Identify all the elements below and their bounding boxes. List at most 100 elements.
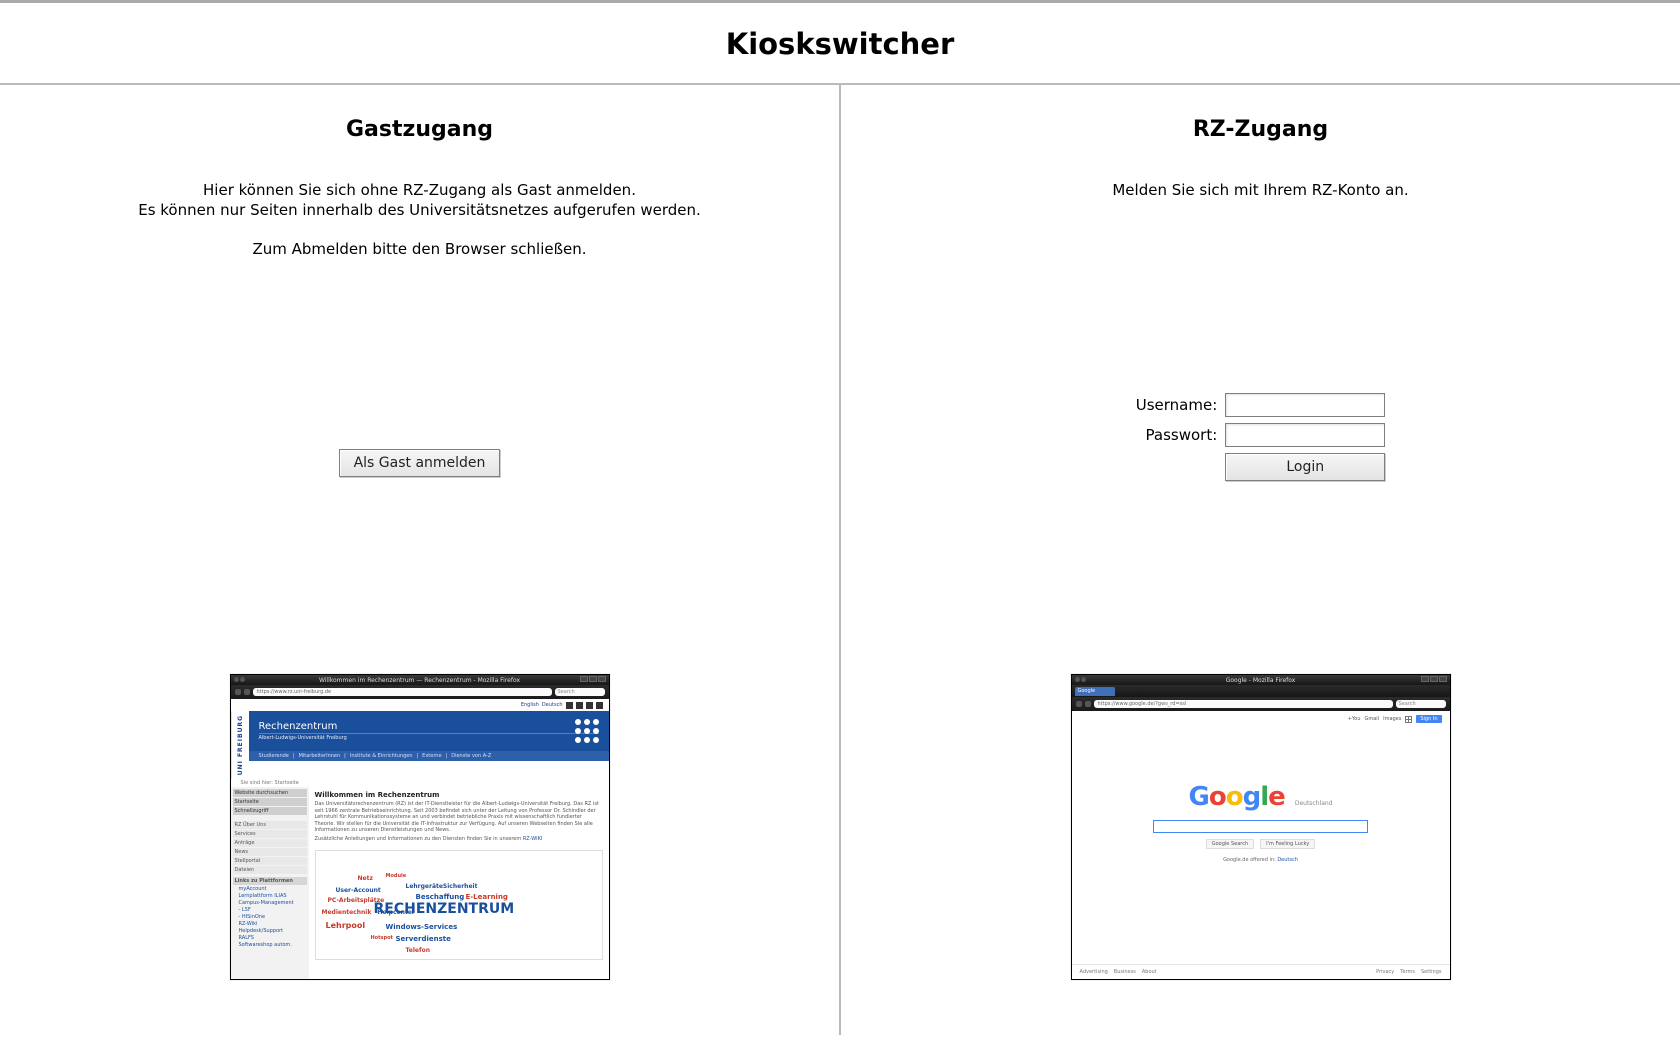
browser-search: Search	[555, 688, 605, 696]
google-buttons: Google Search I'm Feeling Lucky	[1072, 839, 1450, 849]
sidebar-item: Services	[233, 830, 307, 838]
sidebar-link: Softwareshop autom.	[233, 942, 307, 948]
top-icon	[566, 702, 573, 709]
rz-title: RZ-Zugang	[1193, 117, 1328, 142]
password-input[interactable]	[1225, 423, 1385, 447]
lang-link: Deutsch	[542, 702, 563, 708]
top-icon	[586, 702, 593, 709]
browser-tab: Google	[1075, 687, 1115, 696]
uni-breadcrumb: Sie sind hier: Startseite	[231, 779, 609, 787]
apps-icon	[1405, 716, 1412, 723]
sidebar-link: myAccount	[233, 886, 307, 892]
google-search-button: Google Search	[1206, 839, 1254, 849]
article-extra: Zusätzliche Anleitungen und Informatione…	[315, 836, 603, 843]
grid-menu-icon	[575, 719, 599, 743]
uni-top-links: English Deutsch	[231, 699, 609, 711]
browser-toolbar: https://www.google.de/?gws_rd=ssl Search	[1072, 697, 1450, 711]
wc-word: Netz	[358, 875, 373, 882]
uni-brand-vertical: UNI FREIBURG	[231, 711, 249, 779]
preview-titlebar: Google - Mozilla Firefox	[1072, 675, 1450, 685]
uni-sidebar: Website durchsuchen Startseite Schnellzu…	[231, 787, 309, 980]
wordcloud: RECHENZENTRUM Netz Module User-Account P…	[315, 850, 603, 960]
sidebar-item: Website durchsuchen	[233, 789, 307, 797]
url-bar: https://www.rz.uni-freiburg.de	[253, 688, 552, 696]
footer-right: Privacy Terms Settings	[1376, 969, 1441, 975]
top-link: Images	[1383, 716, 1401, 722]
wc-word: Serverdienste	[396, 935, 451, 943]
signin-button: Sign In	[1416, 715, 1441, 723]
window-controls	[1421, 676, 1447, 682]
offered-text: Google.de offered in:	[1223, 857, 1276, 863]
wc-word: Beschaffung	[416, 893, 465, 901]
guest-preview: Willkommen im Rechenzentrum — Rechenzent…	[230, 674, 610, 980]
rz-column: RZ-Zugang Melden Sie sich mit Ihrem RZ-K…	[841, 85, 1680, 1035]
uni-body: Website durchsuchen Startseite Schnellzu…	[231, 787, 609, 980]
google-homepage: +You Gmail Images Sign In Google Deutsch…	[1072, 711, 1450, 979]
preview-window-title: Google - Mozilla Firefox	[1226, 677, 1296, 684]
sidebar-link: Campus-Management	[233, 900, 307, 906]
preview-titlebar: Willkommen im Rechenzentrum — Rechenzent…	[231, 675, 609, 685]
footer-link: Business	[1114, 969, 1136, 975]
google-logo: Google Deutschland	[1189, 782, 1333, 812]
top-icon	[576, 702, 583, 709]
sidebar-link: RZ-Wiki	[233, 921, 307, 927]
google-footer: Advertising Business About Privacy Terms…	[1072, 964, 1450, 979]
sidebar-link: - LSF	[233, 907, 307, 913]
back-icon	[1076, 701, 1082, 707]
browser-toolbar: https://www.rz.uni-freiburg.de Search	[231, 685, 609, 699]
sidebar-item: News	[233, 848, 307, 856]
nav-item: Dienste von A-Z	[451, 753, 491, 759]
article-title: Willkommen im Rechenzentrum	[315, 791, 603, 799]
wc-word: Telefon	[406, 947, 431, 954]
titlebar-left-icons	[1075, 677, 1086, 682]
forward-icon	[1085, 701, 1091, 707]
columns: Gastzugang Hier können Sie sich ohne RZ-…	[0, 85, 1680, 1035]
wc-word: Module	[386, 873, 407, 879]
google-region: Deutschland	[1295, 800, 1333, 807]
browser-search: Search	[1396, 700, 1446, 708]
guest-title: Gastzugang	[346, 117, 493, 142]
wc-word: Windows-Services	[386, 923, 458, 931]
rz-preview: Google - Mozilla Firefox Google https://…	[1071, 674, 1451, 980]
guest-line2: Es können nur Seiten innerhalb des Unive…	[138, 200, 701, 220]
footer-left: Advertising Business About	[1080, 969, 1157, 975]
sidebar-item: RZ Über Uns	[233, 821, 307, 829]
sidebar-item: Startseite	[233, 798, 307, 806]
footer-link: Settings	[1421, 969, 1442, 975]
wc-word: User-Account	[336, 887, 381, 894]
nav-item: Externe	[422, 753, 441, 759]
guest-line3: Zum Abmelden bitte den Browser schließen…	[138, 239, 701, 259]
wc-word: PC-Arbeitsplätze	[328, 897, 385, 904]
wc-word: LehrgeräteSicherheit	[406, 883, 478, 890]
username-input[interactable]	[1225, 393, 1385, 417]
sidebar-item: Anträge	[233, 839, 307, 847]
guest-login-button[interactable]: Als Gast anmelden	[339, 449, 501, 477]
uni-main: Willkommen im Rechenzentrum Das Universi…	[309, 787, 609, 980]
uni-banner-sub: Albert-Ludwigs-Universität Freiburg	[259, 733, 599, 741]
browser-tabs: Google	[1072, 685, 1450, 697]
titlebar-left-icons	[234, 677, 245, 682]
sidebar-item: Dateien	[233, 866, 307, 874]
uni-banner-title: Rechenzentrum	[259, 721, 599, 732]
google-offered: Google.de offered in: Deutsch	[1072, 857, 1450, 863]
top-icon	[596, 702, 603, 709]
sidebar-link: - HISinOne	[233, 914, 307, 920]
sidebar-header: Links zu Plattformen	[233, 877, 307, 885]
rz-description: Melden Sie sich mit Ihrem RZ-Konto an.	[1112, 180, 1408, 200]
login-button[interactable]: Login	[1225, 453, 1385, 481]
guest-action: Als Gast anmelden	[339, 449, 501, 477]
nav-item: Institute & Einrichtungen	[350, 753, 413, 759]
wc-word: E-Learning	[466, 893, 508, 901]
username-label: Username:	[1132, 390, 1222, 420]
rz-line1: Melden Sie sich mit Ihrem RZ-Konto an.	[1112, 180, 1408, 200]
wc-word: Hotspot	[371, 935, 393, 941]
wc-word: Medientechnik	[322, 909, 372, 916]
article-body: Das Universitätsrechenzentrum (RZ) ist d…	[315, 801, 603, 834]
google-top-links: +You Gmail Images Sign In	[1072, 711, 1450, 727]
window-controls	[580, 676, 606, 682]
password-label: Passwort:	[1132, 420, 1222, 450]
forward-icon	[244, 689, 250, 695]
sidebar-item: Schnellzugriff	[233, 807, 307, 815]
footer-link: Terms	[1400, 969, 1415, 975]
uni-nav: Studierende | MitarbeiterInnen | Institu…	[249, 751, 609, 761]
